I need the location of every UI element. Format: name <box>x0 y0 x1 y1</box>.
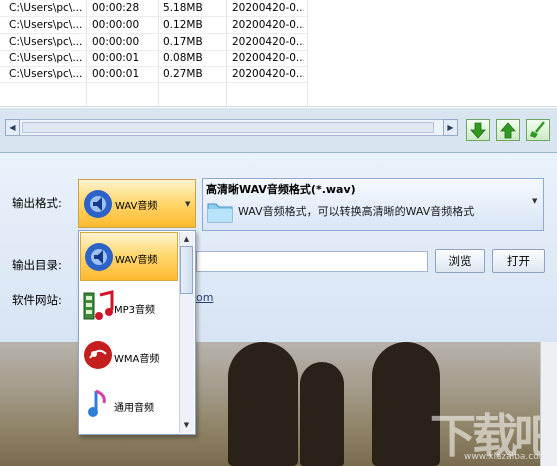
file-date: 20200420-0... <box>232 36 304 48</box>
scrollbar-thumb[interactable] <box>22 122 434 133</box>
wma-audio-icon <box>84 341 112 369</box>
chevron-down-icon[interactable]: ▼ <box>532 197 537 205</box>
file-date: 20200420-0... <box>232 2 304 14</box>
website-label: 软件网站: <box>12 293 62 307</box>
table-border <box>0 106 557 107</box>
wav-audio-icon <box>84 190 112 218</box>
scroll-left-button[interactable]: ◀ <box>5 119 20 136</box>
music-note-icon <box>88 389 106 417</box>
file-path: C:\Users\pc\... <box>9 52 83 64</box>
file-duration: 00:00:00 <box>92 19 140 31</box>
chevron-down-icon[interactable]: ▼ <box>185 200 190 208</box>
dropdown-scroll-thumb[interactable] <box>180 246 193 294</box>
format-option-wav[interactable]: WAV音频 <box>80 232 178 281</box>
format-option-label: MP3音频 <box>114 305 156 316</box>
file-list[interactable]: C:\Users\pc\... 00:00:28 5.18MB 20200420… <box>0 0 557 108</box>
website-link[interactable]: om <box>196 291 213 304</box>
watermark-url: www.xiazaiba.com <box>464 452 548 462</box>
file-date: 20200420-0... <box>232 19 304 31</box>
file-size: 0.12MB <box>163 19 203 31</box>
format-option-label: WAV音频 <box>115 255 158 266</box>
table-row[interactable]: C:\Users\pc\... 00:00:01 0.27MB 20200420… <box>0 66 307 82</box>
file-duration: 00:00:00 <box>92 36 140 48</box>
wav-audio-icon <box>85 243 113 271</box>
file-size: 0.17MB <box>163 36 203 48</box>
format-option-label: 通用音频 <box>114 403 154 414</box>
file-size: 5.18MB <box>163 2 203 14</box>
format-label: 输出格式: <box>12 196 62 210</box>
file-path: C:\Users\pc\... <box>9 19 83 31</box>
output-dir-input[interactable] <box>196 251 428 272</box>
file-path: C:\Users\pc\... <box>9 68 83 80</box>
table-row[interactable]: C:\Users\pc\... 00:00:00 0.17MB 20200420… <box>0 34 307 50</box>
row-divider <box>0 82 307 83</box>
file-date: 20200420-0... <box>232 68 304 80</box>
file-date: 20200420-0... <box>232 52 304 64</box>
silhouette <box>300 362 344 466</box>
format-description: WAV音频格式，可以转换高清晰的WAV音频格式 <box>238 205 475 218</box>
format-option-label: WMA音频 <box>114 354 160 365</box>
scroll-up-icon[interactable]: ▲ <box>180 233 193 245</box>
clear-list-button[interactable] <box>526 119 550 141</box>
column-divider <box>307 0 308 106</box>
file-path: C:\Users\pc\... <box>9 2 83 14</box>
file-size: 0.27MB <box>163 68 203 80</box>
output-dir-label: 输出目录: <box>12 258 62 272</box>
open-button[interactable]: 打开 <box>492 249 545 273</box>
arrow-up-icon <box>500 122 516 139</box>
file-size: 0.08MB <box>163 52 203 64</box>
table-row[interactable]: C:\Users\pc\... 00:00:01 0.08MB 20200420… <box>0 50 307 66</box>
format-option-mp3[interactable]: MP3音频 <box>80 281 178 330</box>
move-down-button[interactable] <box>466 119 490 141</box>
mp3-audio-icon <box>83 290 114 320</box>
format-title: 高清晰WAV音频格式(*.wav) <box>206 183 356 196</box>
table-row[interactable]: C:\Users\pc\... 00:00:00 0.12MB 20200420… <box>0 17 307 33</box>
format-option-generic[interactable]: 通用音频 <box>80 379 178 428</box>
format-selected-text: WAV音频 <box>115 201 158 212</box>
arrow-down-icon <box>470 122 486 139</box>
file-duration: 00:00:28 <box>92 2 140 14</box>
broom-icon <box>530 121 545 138</box>
page-scrollbar[interactable] <box>540 342 557 466</box>
silhouette <box>228 342 298 466</box>
browse-button[interactable]: 浏览 <box>435 249 485 273</box>
move-up-button[interactable] <box>496 119 520 141</box>
table-row[interactable]: C:\Users\pc\... 00:00:28 5.18MB 20200420… <box>0 0 307 16</box>
folder-icon <box>207 203 233 223</box>
file-path: C:\Users\pc\... <box>9 36 83 48</box>
file-duration: 00:00:01 <box>92 52 140 64</box>
file-duration: 00:00:01 <box>92 68 140 80</box>
scroll-right-button[interactable]: ▶ <box>443 119 458 136</box>
scroll-down-icon[interactable]: ▼ <box>180 419 193 431</box>
format-option-wma[interactable]: WMA音频 <box>80 330 178 379</box>
